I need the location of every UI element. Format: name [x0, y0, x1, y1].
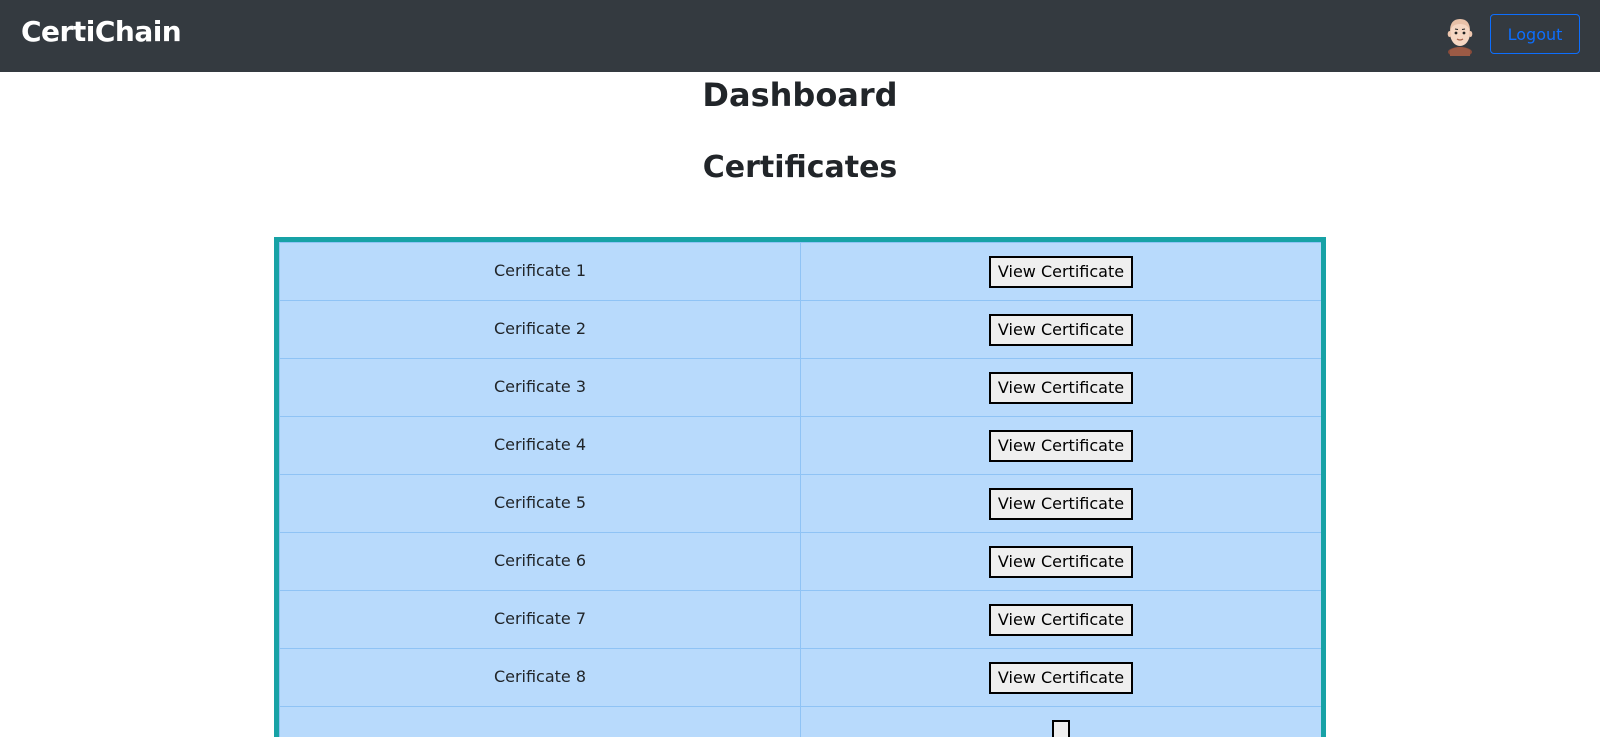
certificate-name: Cerificate 2 — [280, 301, 801, 359]
certificate-name: Cerificate 5 — [280, 475, 801, 533]
view-certificate-button[interactable]: View Certificate — [989, 488, 1133, 520]
certificate-name: Cerificate 6 — [280, 533, 801, 591]
certificate-name: Cerificate 4 — [280, 417, 801, 475]
table-row: Cerificate 2 View Certificate — [280, 301, 1322, 359]
certificate-name: Cerificate 8 — [280, 649, 801, 707]
page-title: Dashboard — [0, 75, 1600, 115]
table-row: Cerificate 3 View Certificate — [280, 359, 1322, 417]
certificates-table-container: Cerificate 1 View Certificate Cerificate… — [274, 237, 1326, 737]
certificate-name — [280, 707, 801, 737]
table-row: Cerificate 1 View Certificate — [280, 243, 1322, 301]
view-certificate-button[interactable]: View Certificate — [989, 256, 1133, 288]
brand-logo[interactable]: CertiChain — [21, 14, 181, 50]
view-certificate-button[interactable]: View Certificate — [989, 546, 1133, 578]
table-row — [280, 707, 1322, 737]
certificate-name: Cerificate 3 — [280, 359, 801, 417]
view-certificate-button[interactable] — [1052, 720, 1070, 737]
view-certificate-button[interactable]: View Certificate — [989, 662, 1133, 694]
table-row: Cerificate 7 View Certificate — [280, 591, 1322, 649]
user-avatar-icon[interactable] — [1444, 16, 1476, 56]
table-row: Cerificate 5 View Certificate — [280, 475, 1322, 533]
logout-button[interactable]: Logout — [1490, 14, 1580, 54]
view-certificate-button[interactable]: View Certificate — [989, 430, 1133, 462]
certificate-name: Cerificate 1 — [280, 243, 801, 301]
table-row: Cerificate 6 View Certificate — [280, 533, 1322, 591]
table-row: Cerificate 8 View Certificate — [280, 649, 1322, 707]
table-row: Cerificate 4 View Certificate — [280, 417, 1322, 475]
certificate-name: Cerificate 7 — [280, 591, 801, 649]
section-title-certificates: Certificates — [0, 148, 1600, 188]
top-navbar: CertiChain Logout — [0, 0, 1600, 72]
view-certificate-button[interactable]: View Certificate — [989, 372, 1133, 404]
certificates-table: Cerificate 1 View Certificate Cerificate… — [279, 242, 1322, 737]
view-certificate-button[interactable]: View Certificate — [989, 314, 1133, 346]
view-certificate-button[interactable]: View Certificate — [989, 604, 1133, 636]
